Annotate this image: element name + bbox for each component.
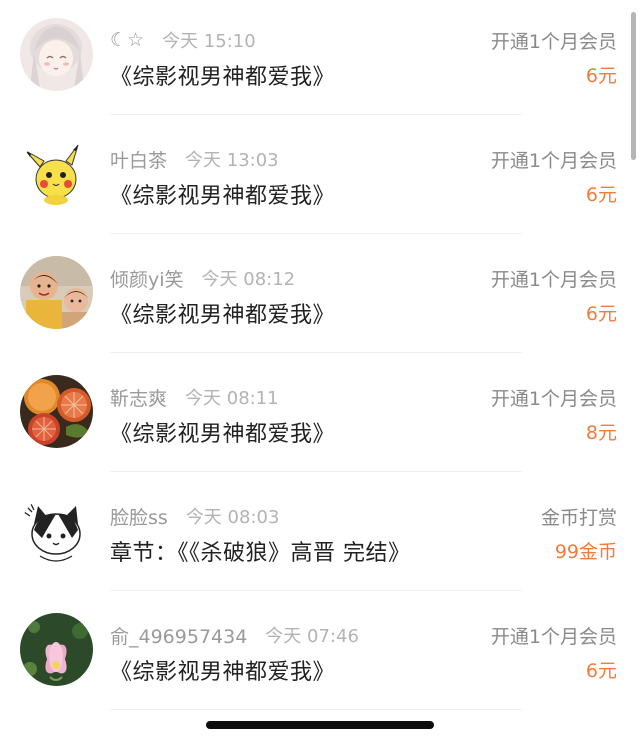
- pikachu-avatar[interactable]: [20, 137, 93, 210]
- list-item[interactable]: ☾☆ 今天 15:10 《综影视男神都爱我》 开通1个月会员 6元: [0, 0, 640, 119]
- username[interactable]: 脸脸ss: [110, 503, 168, 530]
- username[interactable]: 靳志爽: [110, 384, 167, 411]
- divider: [110, 114, 522, 115]
- divider: [110, 233, 522, 234]
- username[interactable]: ☾☆: [110, 29, 144, 51]
- timestamp: 今天 08:11: [185, 388, 279, 409]
- action-label: 金币打赏: [540, 507, 617, 529]
- book-title[interactable]: 《综影视男神都爱我》: [110, 297, 335, 329]
- item-meta: 靳志爽 今天 08:11: [110, 384, 279, 410]
- item-meta: 俞_496957434 今天 07:46: [110, 622, 359, 648]
- page: ☾☆ 今天 15:10 《综影视男神都爱我》 开通1个月会员 6元 叶白茶 今天…: [0, 0, 640, 742]
- activity-list: ☾☆ 今天 15:10 《综影视男神都爱我》 开通1个月会员 6元 叶白茶 今天…: [0, 0, 640, 714]
- chapter-title[interactable]: 章节：《《杀破狼》高晋 完结》: [110, 535, 411, 567]
- home-indicator[interactable]: [206, 721, 434, 729]
- amount-label: 8元: [585, 422, 617, 444]
- cartoon-cat-avatar[interactable]: [20, 494, 93, 567]
- list-item[interactable]: 脸脸ss 今天 08:03 章节：《《杀破狼》高晋 完结》 金币打赏 99金币: [0, 476, 640, 595]
- item-meta: 倾颜yi笑 今天 08:12: [110, 265, 295, 291]
- divider: [110, 471, 522, 472]
- timestamp: 今天 08:03: [185, 507, 280, 528]
- list-item[interactable]: 倾颜yi笑 今天 08:12 《综影视男神都爱我》 开通1个月会员 6元: [0, 238, 640, 357]
- list-item[interactable]: 俞_496957434 今天 07:46 《综影视男神都爱我》 开通1个月会员 …: [0, 595, 640, 714]
- book-title[interactable]: 《综影视男神都爱我》: [110, 178, 335, 210]
- list-item[interactable]: 叶白茶 今天 13:03 《综影视男神都爱我》 开通1个月会员 6元: [0, 119, 640, 238]
- action-label: 开通1个月会员: [490, 626, 617, 648]
- amount-label: 6元: [585, 303, 617, 325]
- item-meta: 脸脸ss 今天 08:03: [110, 503, 279, 529]
- timestamp: 今天 13:03: [185, 150, 279, 171]
- action-label: 开通1个月会员: [490, 388, 617, 410]
- amount-label: 99金币: [554, 541, 617, 563]
- username[interactable]: 俞_496957434: [110, 622, 247, 649]
- timestamp: 今天 07:46: [265, 626, 359, 647]
- amount-label: 6元: [585, 660, 617, 682]
- username[interactable]: 倾颜yi笑: [110, 265, 184, 292]
- timestamp: 今天 15:10: [162, 31, 256, 52]
- timestamp: 今天 08:12: [201, 269, 296, 290]
- list-item[interactable]: 靳志爽 今天 08:11 《综影视男神都爱我》 开通1个月会员 8元: [0, 357, 640, 476]
- scrollbar[interactable]: [631, 12, 636, 160]
- book-title[interactable]: 《综影视男神都爱我》: [110, 654, 335, 686]
- book-title[interactable]: 《综影视男神都爱我》: [110, 59, 335, 91]
- divider: [110, 352, 522, 353]
- amount-label: 6元: [585, 184, 617, 206]
- username[interactable]: 叶白茶: [110, 146, 167, 173]
- book-title[interactable]: 《综影视男神都爱我》: [110, 416, 335, 448]
- grapefruit-avatar[interactable]: [20, 375, 93, 448]
- action-label: 开通1个月会员: [490, 150, 617, 172]
- action-label: 开通1个月会员: [490, 269, 617, 291]
- anime-girl-avatar[interactable]: [20, 18, 93, 91]
- item-meta: ☾☆ 今天 15:10: [110, 27, 256, 53]
- amount-label: 6元: [585, 65, 617, 87]
- action-label: 开通1个月会员: [490, 31, 617, 53]
- divider: [110, 709, 522, 710]
- lotus-flower-avatar[interactable]: [20, 613, 93, 686]
- item-meta: 叶白茶 今天 13:03: [110, 146, 279, 172]
- children-photo-avatar[interactable]: [20, 256, 93, 329]
- divider: [110, 590, 522, 591]
